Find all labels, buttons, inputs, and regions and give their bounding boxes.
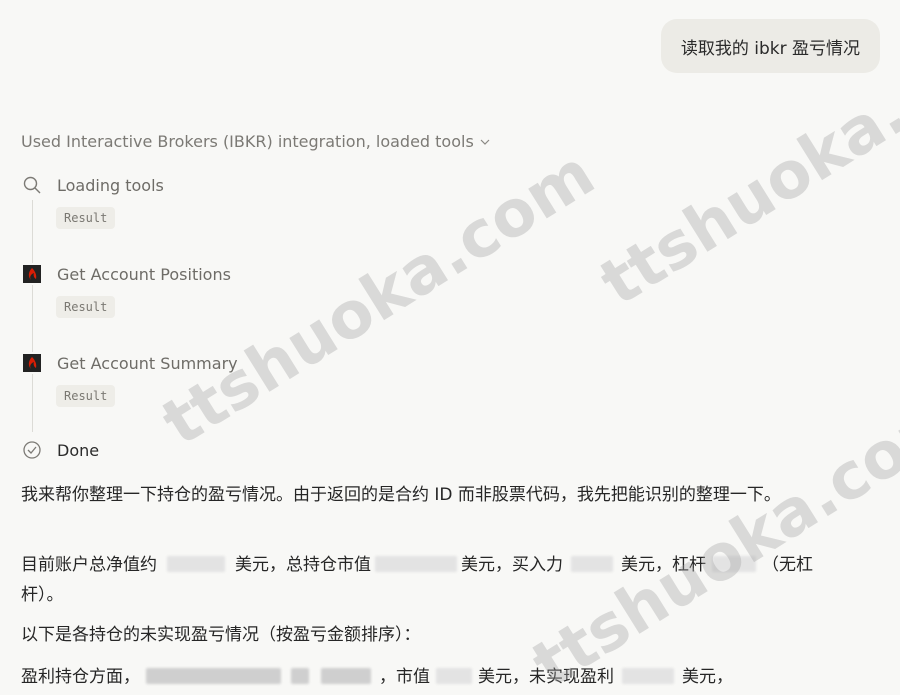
watermark-text: ttshuoka.com [150, 136, 608, 461]
step-get-account-positions: Get Account Positions [21, 263, 231, 285]
step-label: Get Account Positions [57, 264, 231, 284]
check-circle-icon [21, 439, 43, 461]
step-get-account-summary: Get Account Summary [21, 352, 238, 374]
redacted-value [375, 556, 457, 572]
tool-usage-label: Used Interactive Brokers (IBKR) integrat… [21, 132, 474, 151]
response-paragraph: 以下是各持仓的未实现盈亏情况（按盈亏金额排序）： [21, 625, 421, 645]
user-message-bubble: 读取我的 ibkr 盈亏情况 [660, 19, 880, 73]
ibkr-logo-icon [21, 263, 43, 285]
ibkr-logo-icon [21, 352, 43, 374]
chevron-down-icon [480, 139, 490, 145]
timeline-line [32, 200, 33, 432]
redacted-value [622, 668, 674, 684]
response-paragraph: 我来帮你整理一下持仓的盈亏情况。由于返回的是合约 ID 而非股票代码，我先把能识… [21, 485, 781, 505]
search-icon [21, 174, 43, 196]
step-label: Loading tools [57, 175, 164, 195]
redacted-value [321, 668, 371, 684]
redacted-value [291, 668, 309, 684]
redacted-value [167, 556, 225, 572]
result-chip[interactable]: Result [56, 207, 116, 229]
step-label: Get Account Summary [57, 353, 238, 373]
tool-usage-toggle[interactable]: Used Interactive Brokers (IBKR) integrat… [21, 132, 490, 151]
step-done: Done [21, 439, 99, 461]
step-loading-tools: Loading tools [21, 174, 164, 196]
step-label: Done [57, 440, 100, 460]
response-paragraph: 目前账户总净值约 美元，总持仓市值 美元，买入力 美元，杠杆 （无杠杆）。 [21, 555, 813, 605]
chat-page: 读取我的 ibkr 盈亏情况 Used Interactive Brokers … [0, 0, 900, 695]
redacted-value [436, 668, 472, 684]
redacted-value [712, 556, 756, 572]
redacted-value [146, 668, 281, 684]
result-chip[interactable]: Result [56, 385, 116, 407]
result-chip[interactable]: Result [56, 296, 116, 318]
redacted-value [571, 556, 613, 572]
response-paragraph: 盈利持仓方面， ，市值 美元，未实现盈利 美元， [21, 667, 733, 687]
